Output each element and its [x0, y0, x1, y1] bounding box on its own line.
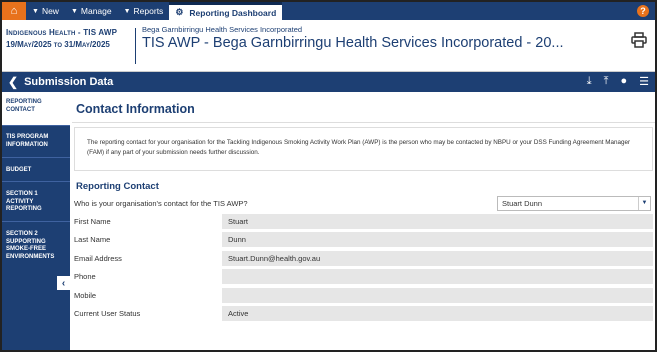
field-row-first-name: First Name Stuart	[72, 212, 655, 231]
dashboard-icon: ⚙	[175, 7, 184, 17]
phone-field	[222, 269, 653, 285]
app-window: ⌂ ▼ New ▼ Manage ▼ Reports ⚙ Reporting D…	[0, 0, 657, 352]
field-label: First Name	[74, 216, 111, 226]
organisation-name: Bega Garnbirringu Health Services Incorp…	[142, 25, 303, 34]
menu-reports[interactable]: ▼ Reports	[118, 2, 170, 20]
submission-data-bar: ❮ Submission Data ⤓ ⤒ ● ☰	[2, 72, 655, 92]
sidebar-item-budget[interactable]: BUDGET	[2, 158, 70, 182]
page-title: TIS AWP - Bega Garnbirringu Health Servi…	[142, 35, 564, 51]
info-text: The reporting contact for your organisat…	[87, 139, 631, 156]
menu-new[interactable]: ▼ New	[26, 2, 65, 20]
main-content: Contact Information The reporting contac…	[72, 94, 655, 350]
upload-icon[interactable]: ⤒	[604, 75, 609, 88]
menu-manage[interactable]: ▼ Manage	[65, 2, 118, 20]
field-label: Last Name	[74, 235, 111, 245]
contact-question-label: Who is your organisation's contact for t…	[74, 198, 248, 208]
contact-select[interactable]: Stuart Dunn ▼	[497, 195, 651, 211]
collapse-sidebar-button[interactable]: ‹	[57, 276, 70, 290]
section-sidebar: REPORTING CONTACT TIS PROGRAM INFORMATIO…	[2, 92, 70, 350]
section-title: Contact Information	[72, 94, 655, 123]
info-box: The reporting contact for your organisat…	[74, 127, 653, 171]
field-label: Email Address	[74, 253, 122, 263]
menu-icon[interactable]: ☰	[639, 75, 649, 88]
tab-reporting-dashboard[interactable]: ⚙ Reporting Dashboard	[169, 2, 283, 20]
chevron-left-icon: ‹	[61, 277, 66, 289]
chevron-down-icon: ▼	[638, 196, 650, 210]
mobile-field	[222, 287, 653, 303]
field-label: Phone	[74, 272, 96, 282]
last-name-field: Dunn	[222, 232, 653, 248]
field-row-last-name: Last Name Dunn	[72, 231, 655, 250]
caret-down-icon: ▼	[32, 7, 39, 15]
sidebar-item-reporting-contact[interactable]: REPORTING CONTACT	[2, 92, 70, 126]
reporting-contact-heading: Reporting Contact	[76, 181, 159, 192]
reporting-period: 19/May/2025 to 31/May/2025	[6, 40, 110, 49]
top-navigation-bar: ⌂ ▼ New ▼ Manage ▼ Reports ⚙ Reporting D…	[2, 2, 655, 20]
caret-down-icon: ▼	[123, 7, 131, 15]
home-icon: ⌂	[10, 5, 18, 17]
field-row-phone: Phone	[72, 268, 655, 287]
field-row-mobile: Mobile	[72, 286, 655, 305]
field-row-email: Email Address Stuart.Dunn@health.gov.au	[72, 249, 655, 268]
back-chevron-icon[interactable]: ❮	[8, 75, 18, 89]
submission-data-title: Submission Data	[24, 76, 114, 88]
comments-icon[interactable]: ●	[620, 75, 627, 88]
submission-header: Indigenous Health - TIS AWP 19/May/2025 …	[2, 20, 655, 72]
print-icon[interactable]	[631, 32, 647, 48]
program-name: Indigenous Health - TIS AWP	[6, 28, 118, 37]
field-label: Mobile	[74, 290, 97, 300]
submission-toolbar: ⤓ ⤒ ● ☰	[587, 75, 649, 88]
org-block: Bega Garnbirringu Health Services Incorp…	[142, 25, 564, 51]
contact-question-row: Who is your organisation's contact for t…	[72, 194, 655, 212]
home-button[interactable]: ⌂	[2, 2, 26, 20]
sidebar-item-section-1[interactable]: SECTION 1 ACTIVITY REPORTING	[2, 182, 70, 222]
program-info: Indigenous Health - TIS AWP 19/May/2025 …	[6, 28, 136, 64]
download-icon[interactable]: ⤓	[587, 75, 592, 88]
caret-down-icon: ▼	[70, 7, 78, 15]
field-row-user-status: Current User Status Active	[72, 305, 655, 324]
user-status-field: Active	[222, 306, 653, 322]
help-button[interactable]: ?	[637, 5, 649, 17]
sidebar-item-section-2[interactable]: SECTION 2 SUPPORTING SMOKE-FREE ENVIRONM…	[2, 222, 70, 268]
email-field: Stuart.Dunn@health.gov.au	[222, 250, 653, 266]
sidebar-item-tis-program-information[interactable]: TIS PROGRAM INFORMATION	[2, 126, 70, 158]
field-label: Current User Status	[74, 309, 141, 319]
first-name-field: Stuart	[222, 213, 653, 229]
